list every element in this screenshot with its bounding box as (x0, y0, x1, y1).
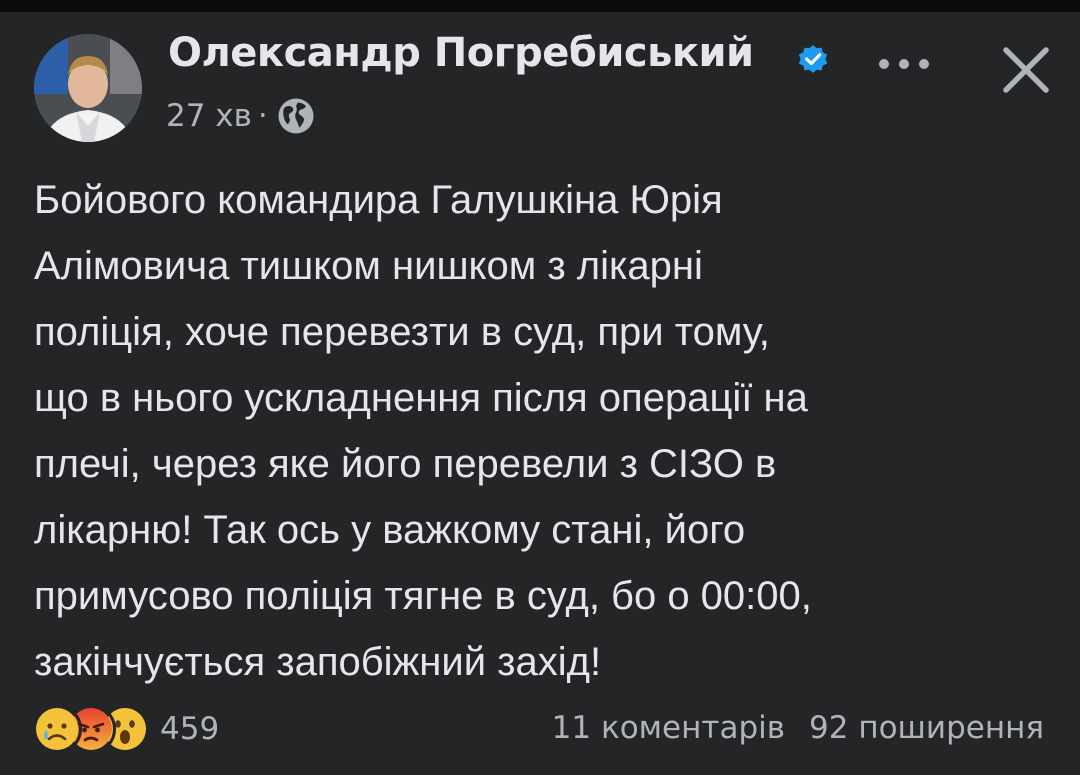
post-stats: 11 коментарів 92 поширення (552, 710, 1044, 746)
verified-badge-icon (798, 45, 828, 73)
reaction-count: 459 (160, 711, 220, 747)
post-text-line: лікарню! Так ось у важкому стані, його (34, 508, 746, 552)
post-text-line: примусово поліція тягне в суд, бо о 00:0… (34, 574, 812, 618)
post-meta: 27 хв · (166, 96, 316, 136)
author-name[interactable]: Олександр Погребиський (168, 30, 754, 76)
post-text: Бойового командира Галушкіна Юрія Алімов… (34, 167, 1044, 695)
meta-separator: · (257, 98, 268, 134)
sad-reaction-icon (32, 704, 82, 754)
more-options-button[interactable] (872, 44, 936, 84)
post-text-line: що в нього ускладнення після операції на (34, 376, 808, 420)
reactions-summary[interactable]: 459 (32, 704, 219, 754)
author-avatar[interactable] (34, 34, 142, 142)
more-dots-icon (879, 59, 929, 69)
post-text-line: Бойового командира Галушкіна Юрія (34, 178, 723, 222)
post-text-line: поліція, хоче перевезти в суд, при тому, (34, 310, 770, 354)
globe-icon (278, 98, 314, 134)
post-text-line: Алімовича тишком нишком з лікарні (34, 244, 703, 288)
post-text-line: плечі, через яке його перевели з СІЗО в (34, 442, 777, 486)
close-icon[interactable] (1000, 44, 1052, 96)
shares-link[interactable]: 92 поширення (809, 710, 1044, 746)
avatar-image (34, 34, 142, 142)
post-text-line: закінчується запобіжний захід! (34, 640, 602, 684)
top-bar (0, 0, 1080, 12)
comments-link[interactable]: 11 коментарів (552, 710, 785, 746)
post-time[interactable]: 27 хв (166, 98, 252, 134)
